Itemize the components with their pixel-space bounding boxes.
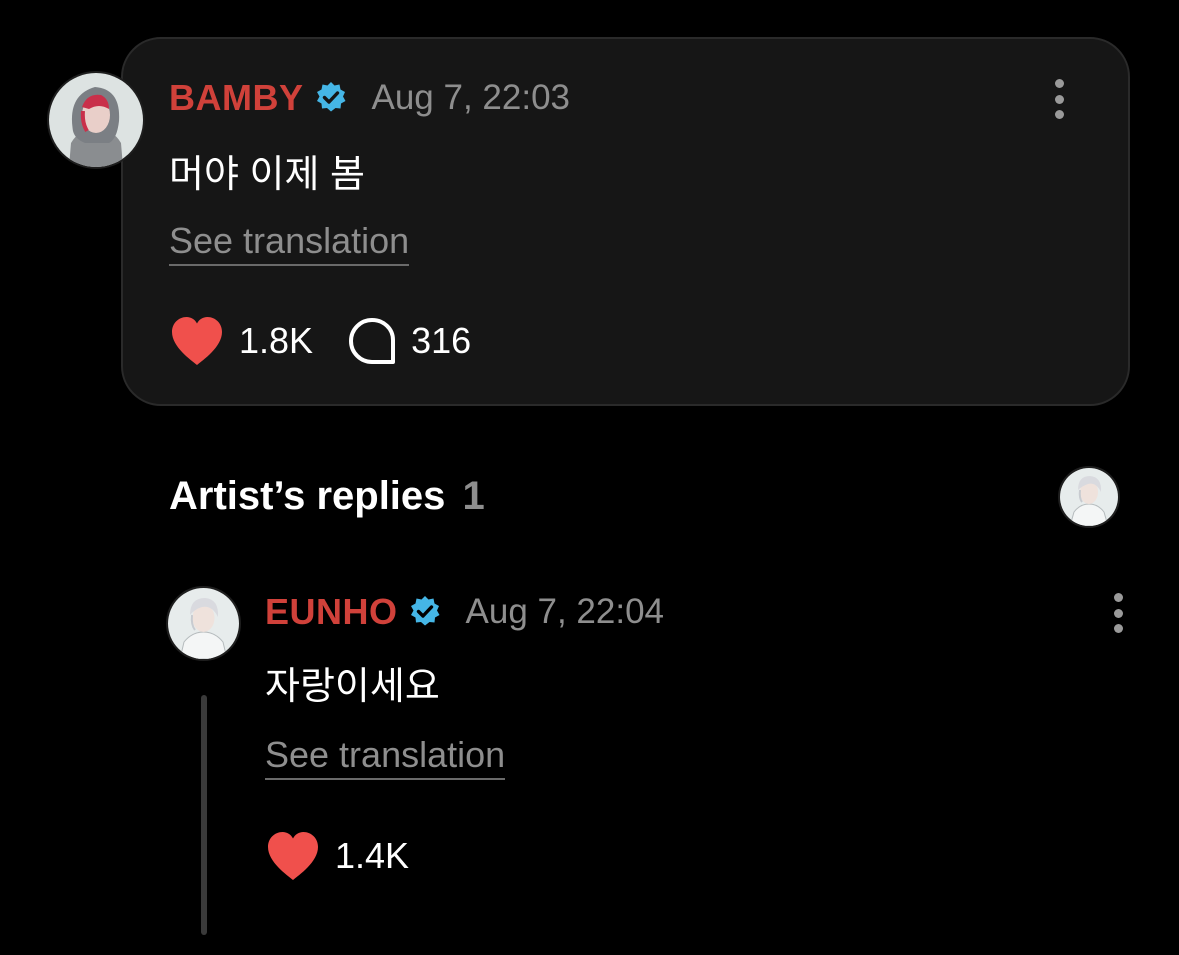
heart-icon[interactable]	[169, 315, 225, 367]
post-author-name[interactable]: BAMBY	[169, 77, 304, 119]
reply-header: EUNHO Aug 7, 22:04	[265, 589, 664, 635]
thread-line	[201, 695, 207, 935]
reply-actions: 1.4K	[265, 828, 409, 884]
reply-text: 자랑이세요	[265, 666, 440, 708]
artist-replies-header: Artist’s replies 1	[169, 474, 485, 519]
like-count: 1.8K	[239, 320, 314, 361]
more-vertical-icon[interactable]	[1049, 77, 1069, 121]
reply-author-name[interactable]: EUNHO	[265, 591, 398, 633]
see-translation-link[interactable]: See translation	[265, 734, 506, 781]
post-actions: 1.8K 316	[169, 313, 471, 369]
post-timestamp: Aug 7, 22:03	[371, 78, 571, 117]
artist-avatar[interactable]	[1058, 466, 1120, 528]
reply-timestamp: Aug 7, 22:04	[465, 592, 665, 631]
verified-badge-icon	[314, 81, 348, 115]
more-vertical-icon[interactable]	[1108, 591, 1128, 635]
see-translation-link[interactable]: See translation	[169, 220, 410, 267]
like-count: 1.4K	[335, 835, 410, 876]
heart-icon[interactable]	[265, 830, 321, 882]
post-text: 머야 이제 봄	[169, 154, 365, 196]
reply-author-avatar[interactable]	[166, 586, 241, 661]
comment-thread: BAMBY Aug 7, 22:03 머야 이제 봄 See translati…	[0, 0, 1179, 955]
post-header: BAMBY Aug 7, 22:03	[169, 75, 570, 121]
speech-bubble-icon[interactable]	[347, 316, 397, 366]
artist-replies-count: 1	[462, 474, 485, 518]
comment-count: 316	[411, 320, 472, 361]
verified-badge-icon	[408, 595, 442, 629]
artist-replies-title: Artist’s replies	[169, 474, 446, 518]
post-author-avatar[interactable]	[47, 71, 145, 169]
